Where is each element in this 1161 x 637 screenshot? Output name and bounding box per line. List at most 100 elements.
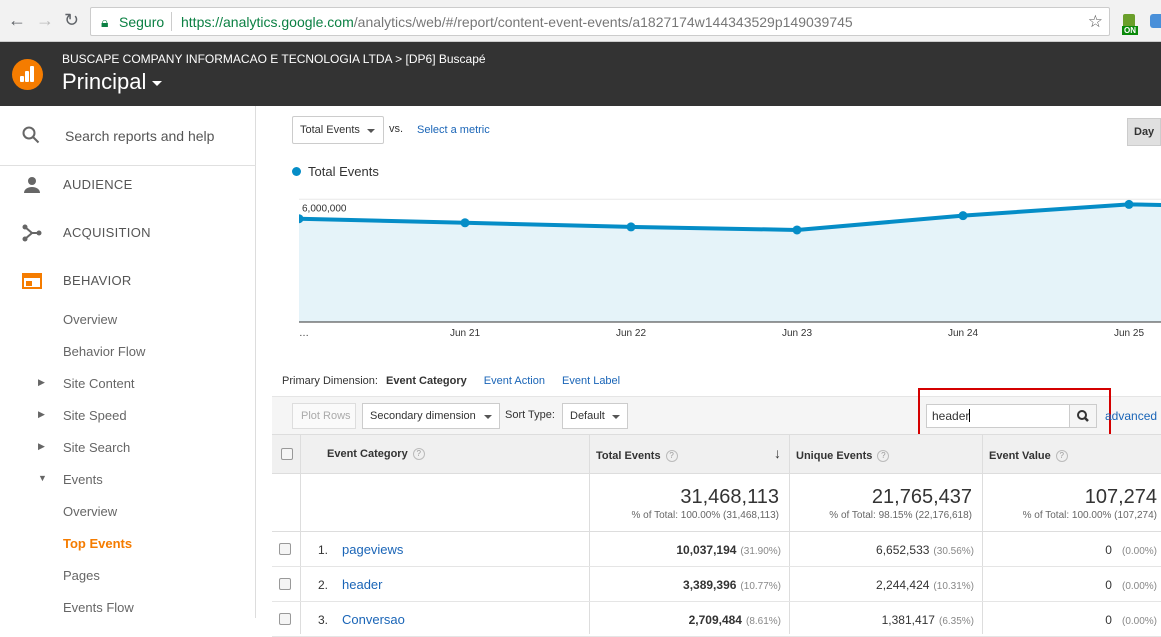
sidebar-search[interactable]: Search reports and help bbox=[0, 106, 256, 166]
events-chart[interactable]: 6,000,0003,000,000…Jun 21Jun 22Jun 23Jun… bbox=[299, 187, 1161, 342]
sidebar-item-site-speed[interactable]: Site Speed bbox=[63, 408, 127, 423]
help-icon: ? bbox=[412, 448, 425, 460]
report-main: Total Events vs. Select a metric Day Tot… bbox=[257, 106, 1161, 637]
chevron-down-icon bbox=[367, 129, 375, 133]
sidebar-item-behavior[interactable]: BEHAVIOR bbox=[0, 257, 256, 305]
row-category-link[interactable]: Conversao bbox=[342, 612, 405, 627]
x-tick-label: Jun 22 bbox=[616, 328, 646, 339]
x-tick-label: … bbox=[299, 328, 309, 339]
row-unique-events: 6,652,533 (30.56%) bbox=[876, 543, 974, 557]
sidebar-item-overview[interactable]: Overview bbox=[63, 312, 117, 327]
help-icon: ? bbox=[665, 450, 678, 462]
dimension-event-category[interactable]: Event Category bbox=[386, 375, 467, 387]
sidebar-item-acquisition[interactable]: ACQUISITION bbox=[0, 209, 256, 257]
select-metric-link[interactable]: Select a metric bbox=[417, 124, 490, 136]
row-unique-events: 1,381,417 (6.35%) bbox=[881, 613, 974, 627]
legend-label: Total Events bbox=[308, 164, 379, 179]
event-value-total: 107,274 bbox=[1084, 486, 1157, 508]
data-point bbox=[626, 222, 636, 232]
search-placeholder: Search reports and help bbox=[65, 128, 215, 144]
sidebar: Search reports and help AUDIENCE ACQUISI… bbox=[0, 106, 256, 618]
chevron-down-icon bbox=[152, 80, 163, 86]
sidebar-item-events-overview[interactable]: Overview bbox=[63, 504, 117, 519]
column-header-unique-events[interactable]: Unique Events? bbox=[796, 450, 890, 462]
row-category-link[interactable]: header bbox=[342, 577, 382, 592]
help-icon: ? bbox=[877, 450, 890, 462]
view-selector[interactable]: Principal bbox=[62, 69, 163, 95]
totals-row: 31,468,113 % of Total: 100.00% (31,468,1… bbox=[272, 474, 1161, 532]
table-search-input[interactable]: header bbox=[926, 404, 1070, 428]
expand-triangle-icon[interactable]: ▶ bbox=[38, 441, 45, 452]
secondary-dimension-select[interactable]: Secondary dimension bbox=[362, 403, 500, 429]
legend-dot-icon bbox=[292, 167, 301, 176]
person-icon bbox=[24, 177, 40, 193]
sidebar-item-pages[interactable]: Pages bbox=[63, 568, 100, 583]
row-unique-events: 2,244,424 (10.31%) bbox=[876, 578, 974, 592]
column-header-total-events[interactable]: Total Events? bbox=[596, 450, 678, 462]
row-number: 2. bbox=[318, 578, 329, 592]
dimension-event-action[interactable]: Event Action bbox=[484, 375, 545, 387]
sidebar-item-behavior-flow[interactable]: Behavior Flow bbox=[63, 344, 145, 359]
row-event-value: 0 (0.00%) bbox=[1105, 613, 1157, 627]
row-event-value: 0 (0.00%) bbox=[1105, 543, 1157, 557]
chart-legend: Total Events bbox=[292, 164, 379, 179]
sidebar-item-site-content[interactable]: Site Content bbox=[63, 376, 135, 391]
day-button[interactable]: Day bbox=[1127, 118, 1161, 146]
expand-triangle-icon[interactable]: ▶ bbox=[38, 377, 45, 388]
table-header: Event Category? Total Events? ↓ Unique E… bbox=[272, 434, 1161, 474]
browser-toolbar: ← → ↻ 🔒︎ Seguro https://analytics.google… bbox=[0, 0, 1161, 42]
url-text: https://analytics.google.com/analytics/w… bbox=[181, 14, 853, 30]
x-tick-label: Jun 23 bbox=[782, 328, 812, 339]
primary-dimension-label: Primary Dimension: bbox=[282, 375, 378, 387]
row-checkbox[interactable] bbox=[279, 613, 291, 625]
reload-icon[interactable]: ↻ bbox=[64, 10, 79, 31]
secure-label: Seguro bbox=[119, 14, 165, 30]
collapse-triangle-icon[interactable]: ▼ bbox=[38, 473, 47, 483]
sidebar-item-events[interactable]: Events bbox=[63, 472, 103, 487]
sort-type-value: Default bbox=[570, 410, 605, 422]
back-arrow-icon[interactable]: ← bbox=[8, 10, 26, 31]
row-total-events: 2,709,484 (8.61%) bbox=[688, 613, 781, 627]
sidebar-item-site-search[interactable]: Site Search bbox=[63, 440, 130, 455]
url-path: /analytics/web/#/report/content-event-ev… bbox=[353, 14, 853, 30]
account-breadcrumb[interactable]: BUSCAPE COMPANY INFORMACAO E TECNOLOGIA … bbox=[62, 52, 486, 66]
row-checkbox[interactable] bbox=[279, 543, 291, 555]
x-tick-label: Jun 25 bbox=[1114, 328, 1144, 339]
bookmark-star-icon[interactable]: ☆ bbox=[1088, 12, 1103, 32]
forward-arrow-icon[interactable]: → bbox=[36, 10, 54, 31]
sort-type-select[interactable]: Default bbox=[562, 403, 628, 429]
row-total-events: 10,037,194 (31.90%) bbox=[676, 543, 781, 557]
plot-rows-button[interactable]: Plot Rows bbox=[292, 403, 356, 429]
row-number: 3. bbox=[318, 613, 329, 627]
help-icon: ? bbox=[1055, 450, 1068, 462]
select-all-checkbox[interactable] bbox=[281, 448, 293, 460]
row-category-link[interactable]: pageviews bbox=[342, 542, 403, 557]
analytics-logo-icon[interactable] bbox=[12, 59, 43, 90]
advanced-filter-link[interactable]: advanced bbox=[1105, 409, 1157, 423]
column-header-event-value[interactable]: Event Value? bbox=[989, 450, 1068, 462]
metric-select[interactable]: Total Events bbox=[292, 116, 384, 144]
table-toolbar: Plot Rows Secondary dimension Sort Type:… bbox=[272, 388, 1161, 436]
data-point bbox=[792, 225, 802, 235]
sort-arrow-down-icon[interactable]: ↓ bbox=[774, 445, 781, 461]
x-tick-label: Jun 21 bbox=[450, 328, 480, 339]
primary-dimension-row: Primary Dimension: Event Category Event … bbox=[282, 375, 620, 387]
sidebar-label: ACQUISITION bbox=[63, 225, 151, 240]
chevron-down-icon bbox=[612, 415, 620, 419]
extension-icon-2[interactable] bbox=[1150, 14, 1161, 28]
column-header-category[interactable]: Event Category? bbox=[327, 448, 425, 460]
sidebar-item-top-events[interactable]: Top Events bbox=[63, 536, 132, 551]
expand-triangle-icon[interactable]: ▶ bbox=[38, 409, 45, 420]
address-bar[interactable]: 🔒︎ Seguro https://analytics.google.com/a… bbox=[90, 7, 1110, 36]
sidebar-item-audience[interactable]: AUDIENCE bbox=[0, 161, 256, 209]
data-table: Event Category? Total Events? ↓ Unique E… bbox=[272, 434, 1161, 637]
table-row: 1. pageviews 10,037,194 (31.90%) 6,652,53… bbox=[272, 532, 1161, 567]
search-icon bbox=[22, 126, 40, 144]
url-host: https://analytics.google.com bbox=[181, 14, 354, 30]
table-search-button[interactable] bbox=[1069, 404, 1097, 428]
row-checkbox[interactable] bbox=[279, 578, 291, 590]
total-events-total: 31,468,113 bbox=[680, 486, 779, 508]
x-tick-label: Jun 24 bbox=[948, 328, 978, 339]
dimension-event-label[interactable]: Event Label bbox=[562, 375, 620, 387]
sidebar-item-events-flow[interactable]: Events Flow bbox=[63, 600, 134, 615]
